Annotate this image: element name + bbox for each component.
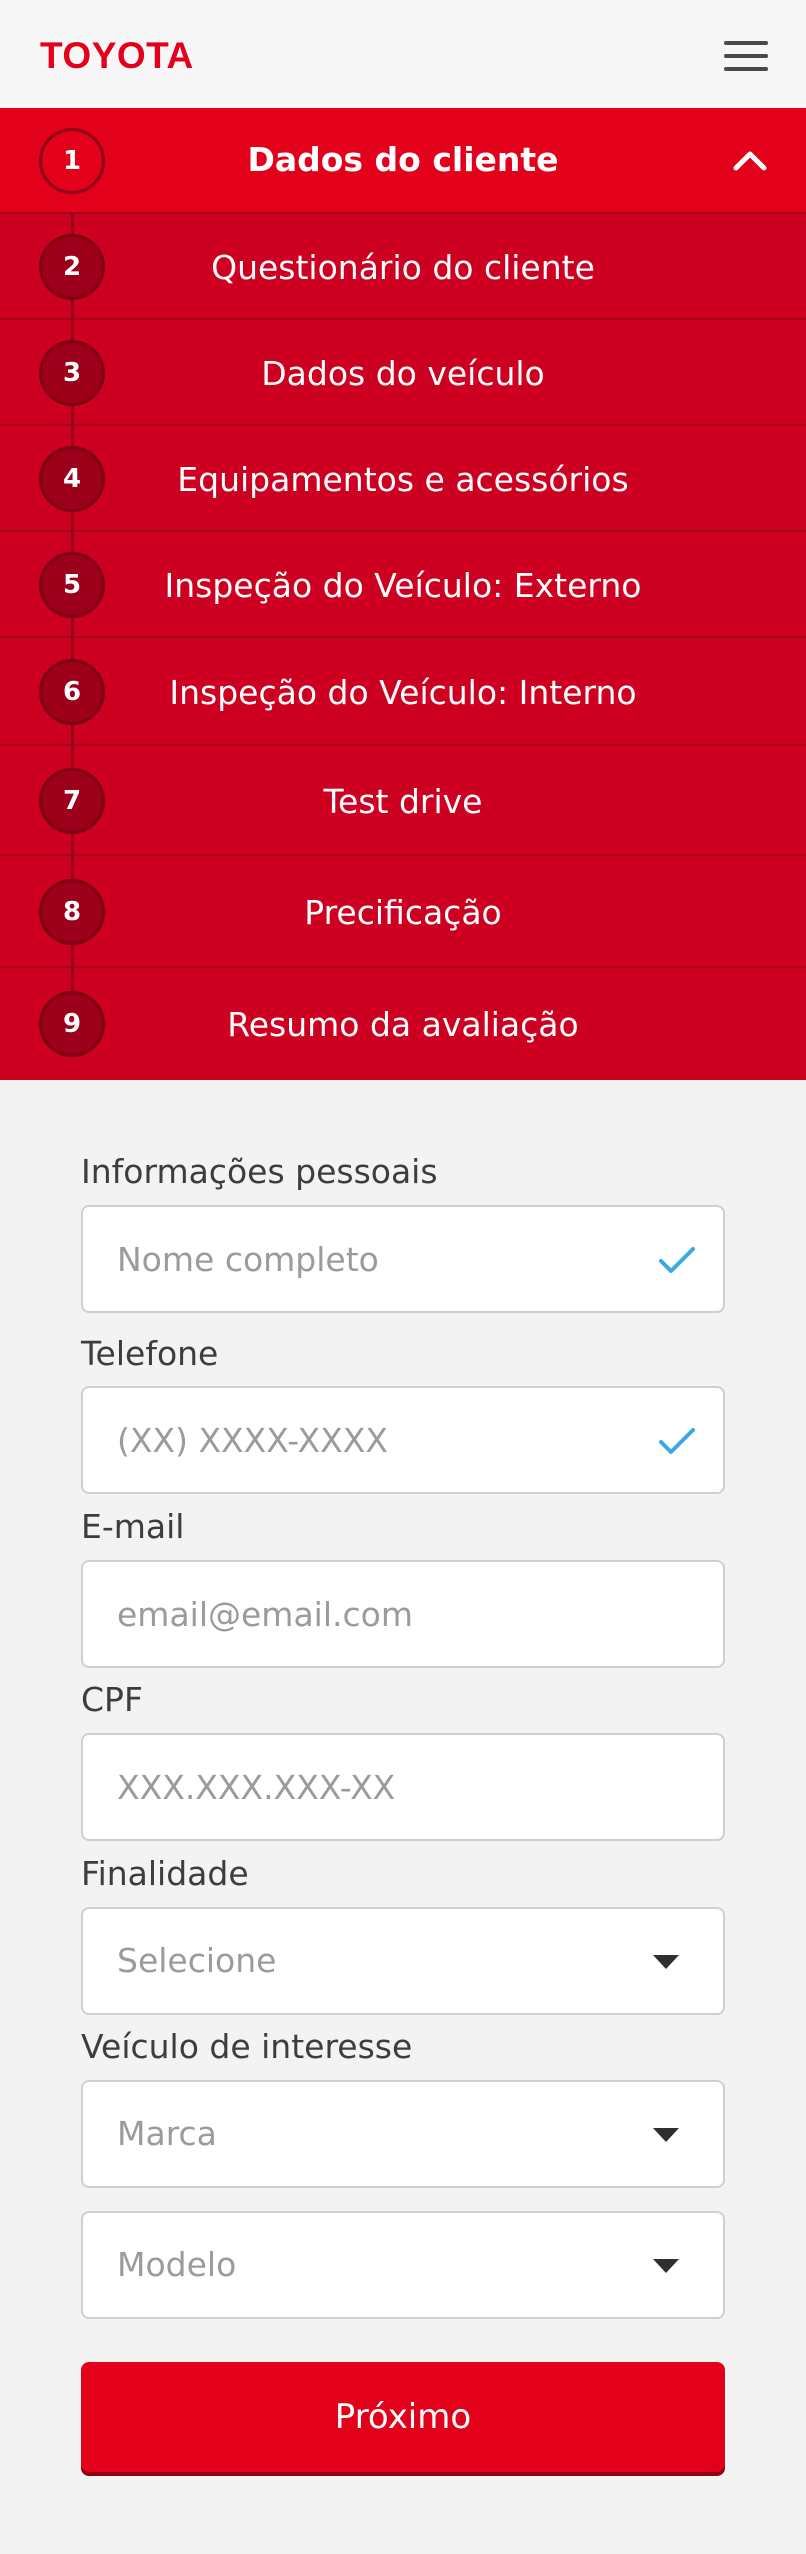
phone-field[interactable]: [81, 1386, 725, 1494]
step-inspecao-externo[interactable]: 5 Inspeção do Veículo: Externo: [0, 532, 806, 638]
cpf-label: CPF: [81, 1680, 143, 1719]
step-resumo-da-avaliacao[interactable]: 9 Resumo da avaliação: [0, 968, 806, 1080]
model-select-value: Modelo: [117, 2245, 237, 2284]
steps-accordion: 1 Dados do cliente 2 Questionário do cli…: [0, 108, 806, 1080]
purpose-label: Finalidade: [81, 1854, 249, 1893]
step-dados-do-cliente[interactable]: 1 Dados do cliente: [0, 108, 806, 214]
step-label: Questionário do cliente: [211, 248, 595, 287]
step-label: Resumo da avaliação: [227, 1005, 579, 1044]
check-icon: [659, 1428, 695, 1454]
app-header: TOYOTA: [0, 0, 806, 108]
purpose-select[interactable]: Selecione: [81, 1907, 725, 2015]
step-questionario-do-cliente[interactable]: 2 Questionário do cliente: [0, 214, 806, 320]
step-dados-do-veiculo[interactable]: 3 Dados do veículo: [0, 320, 806, 426]
hamburger-menu-icon[interactable]: [716, 30, 776, 82]
caret-down-icon: [653, 2128, 679, 2142]
cpf-input[interactable]: [83, 1735, 723, 1839]
step-label: Equipamentos e acessórios: [177, 460, 629, 499]
brand-select[interactable]: Marca: [81, 2080, 725, 2188]
menu-bar: [724, 41, 768, 45]
phone-input[interactable]: [83, 1388, 723, 1492]
caret-down-icon: [653, 2259, 679, 2273]
step-label: Dados do cliente: [247, 140, 559, 179]
menu-bar: [724, 54, 768, 58]
chevron-up-icon[interactable]: [730, 140, 770, 180]
check-icon: [659, 1247, 695, 1273]
step-label: Inspeção do Veículo: Externo: [164, 566, 642, 605]
step-label: Inspeção do Veículo: Interno: [169, 673, 637, 712]
full-name-input[interactable]: [83, 1207, 723, 1311]
step-inspecao-interno[interactable]: 6 Inspeção do Veículo: Interno: [0, 638, 806, 746]
step-label: Precificação: [304, 893, 502, 932]
next-button[interactable]: Próximo: [81, 2362, 725, 2472]
step-test-drive[interactable]: 7 Test drive: [0, 746, 806, 856]
brand-select-value: Marca: [117, 2114, 217, 2153]
cpf-field[interactable]: [81, 1733, 725, 1841]
step-label: Test drive: [323, 782, 483, 821]
phone-label: Telefone: [81, 1334, 219, 1373]
vehicle-interest-label: Veículo de interesse: [81, 2027, 413, 2066]
step-label: Dados do veículo: [261, 354, 545, 393]
caret-down-icon: [653, 1955, 679, 1969]
step-equipamentos-e-acessorios[interactable]: 4 Equipamentos e acessórios: [0, 426, 806, 532]
email-input[interactable]: [83, 1562, 723, 1666]
email-field[interactable]: [81, 1560, 725, 1668]
email-label: E-mail: [81, 1507, 185, 1546]
full-name-field[interactable]: [81, 1205, 725, 1313]
menu-bar: [724, 67, 768, 71]
model-select[interactable]: Modelo: [81, 2211, 725, 2319]
personal-info-label: Informações pessoais: [81, 1152, 438, 1191]
purpose-select-value: Selecione: [117, 1941, 277, 1980]
toyota-logo[interactable]: TOYOTA: [40, 30, 194, 82]
step-precificacao[interactable]: 8 Precificação: [0, 856, 806, 968]
